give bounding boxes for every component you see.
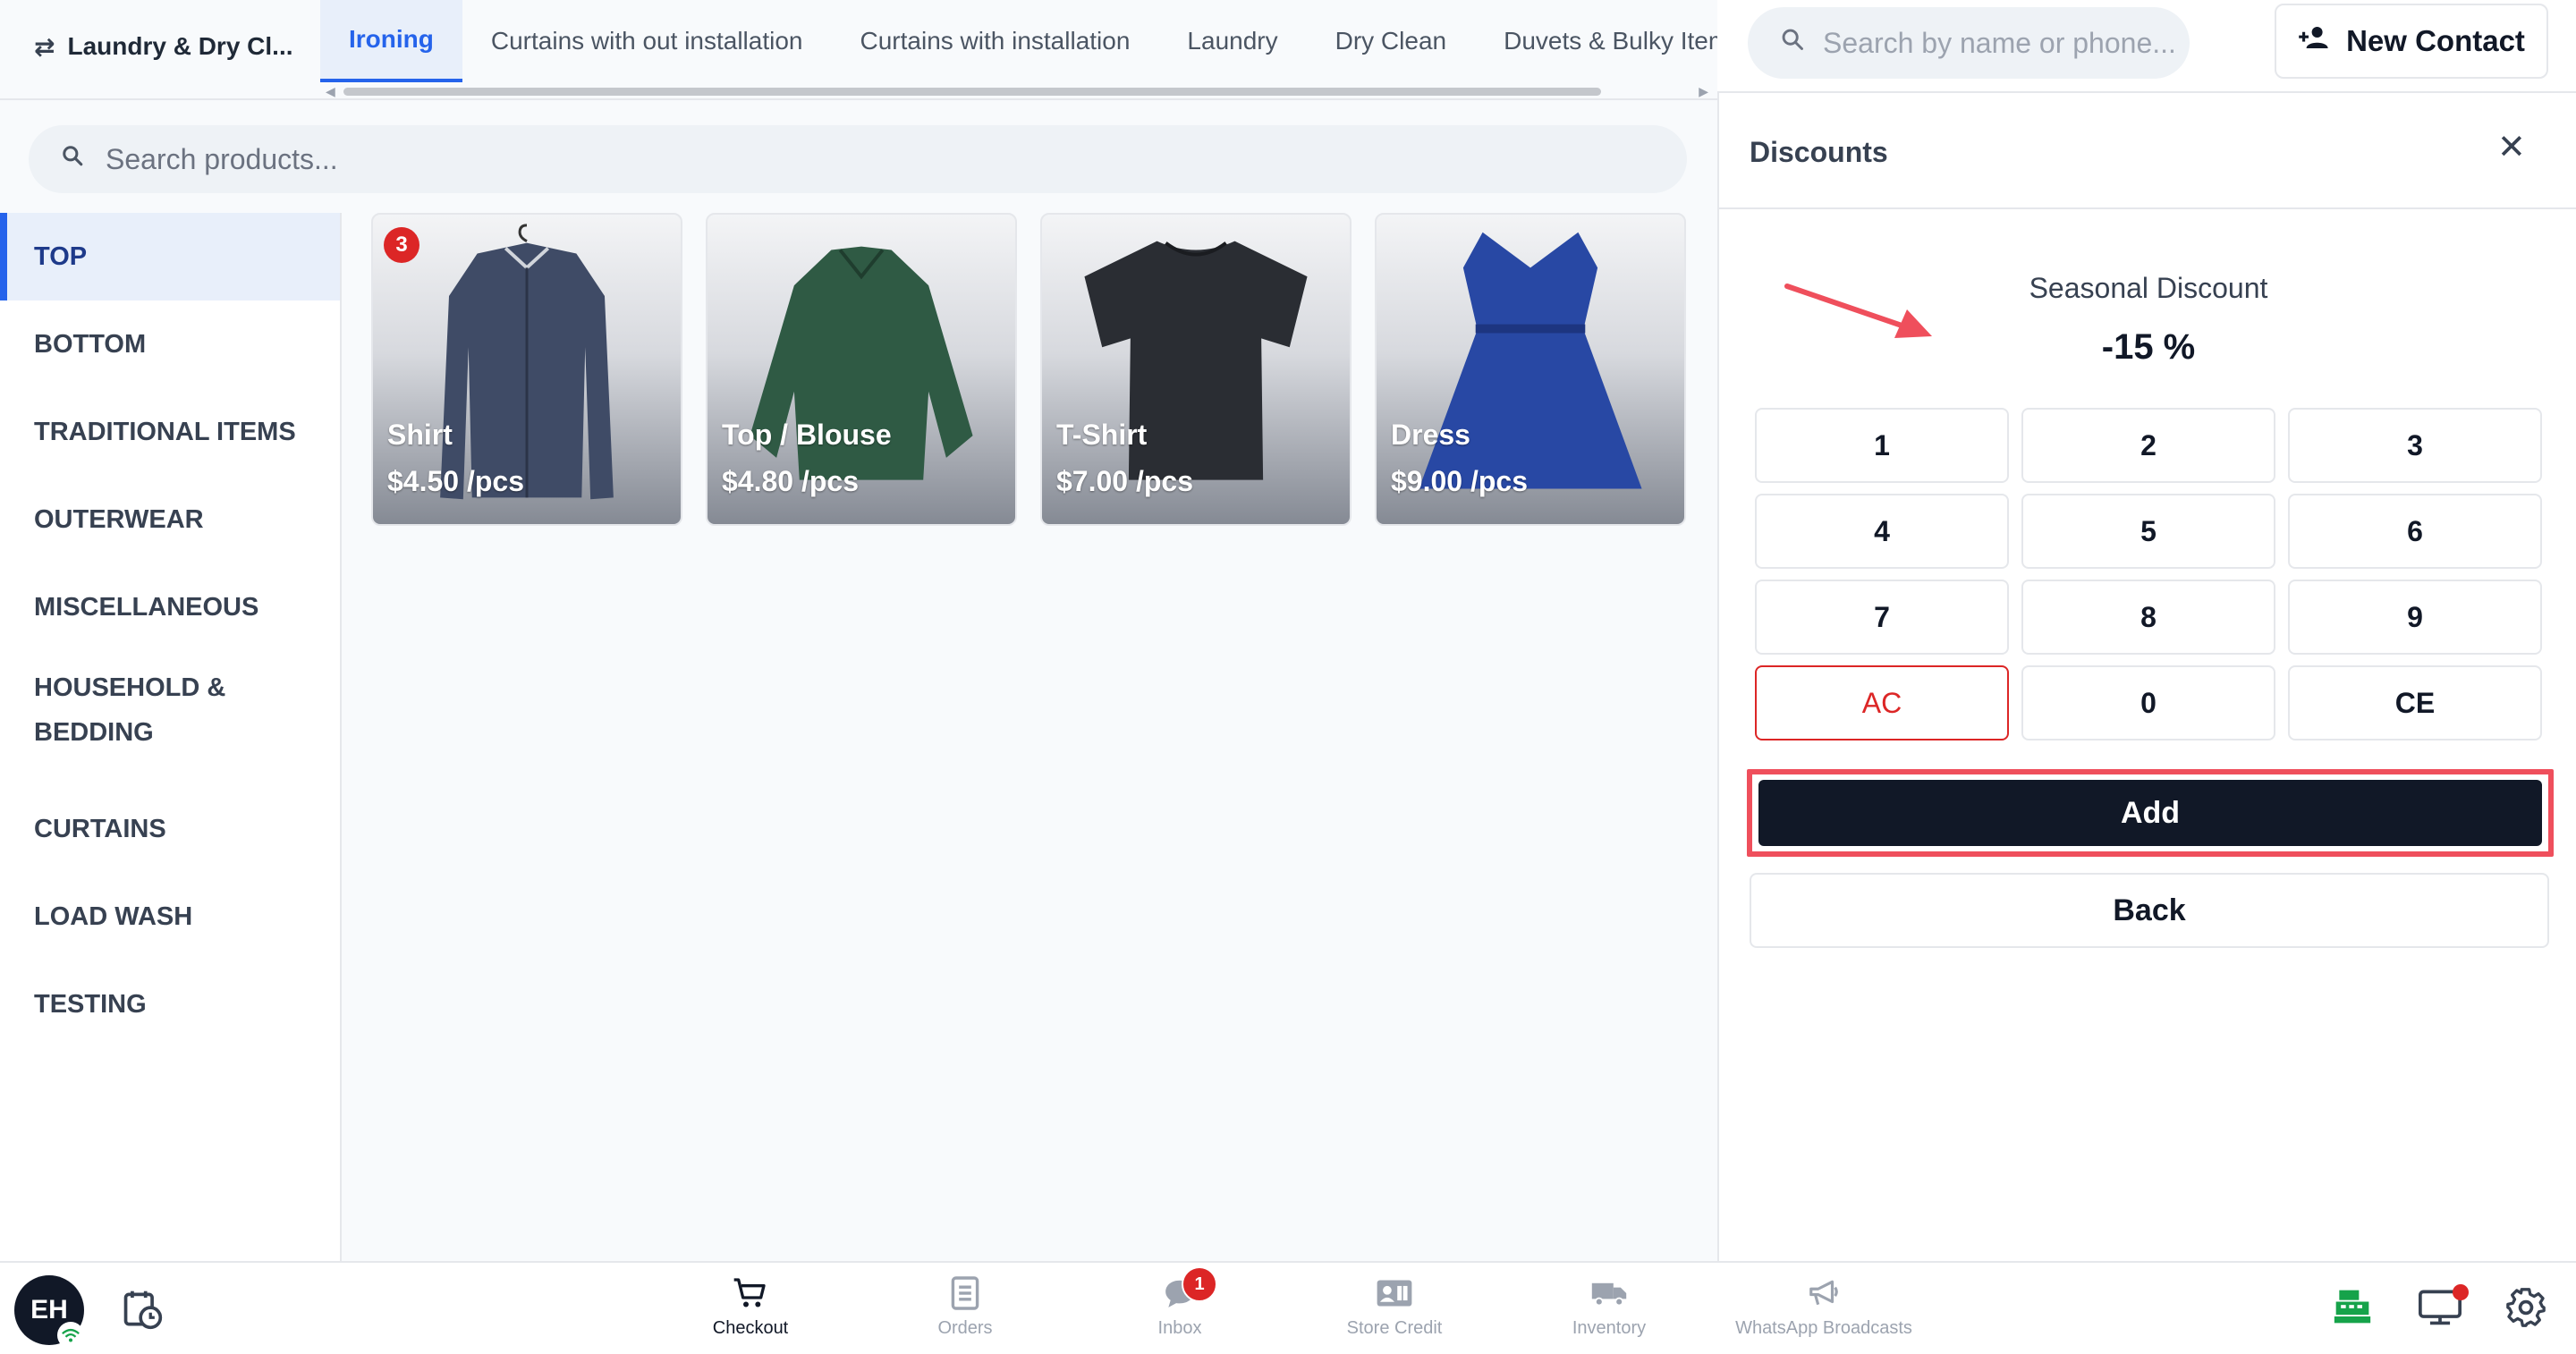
notification-dot: [2453, 1284, 2469, 1300]
nav-inventory-label: Inventory: [1572, 1318, 1647, 1338]
category-testing[interactable]: TESTING: [0, 960, 340, 1048]
orders-list-icon: [950, 1274, 980, 1313]
product-name: Shirt: [387, 419, 453, 451]
nav-store-credit[interactable]: Store Credit: [1296, 1274, 1493, 1339]
product-price: $4.50 /pcs: [387, 465, 524, 497]
category-bottom[interactable]: BOTTOM: [0, 300, 340, 388]
tab-duvets-bulky-items[interactable]: Duvets & Bulky Items: [1475, 0, 1717, 82]
megaphone-icon: [1807, 1274, 1841, 1313]
nav-store-credit-label: Store Credit: [1346, 1318, 1443, 1338]
bottom-navigation: EH Checkout Orders Inbox 1 Store Credit …: [0, 1261, 2576, 1354]
product-card-dress[interactable]: Dress $9.00 /pcs: [1375, 213, 1686, 526]
schedule-icon[interactable]: [122, 1288, 163, 1335]
keypad-0-button[interactable]: 0: [2021, 665, 2275, 740]
product-price: $7.00 /pcs: [1056, 465, 1193, 497]
category-sidebar: TOP BOTTOM TRADITIONAL ITEMS OUTERWEAR M…: [0, 213, 342, 1261]
search-icon: [61, 144, 84, 174]
product-price: $4.80 /pcs: [722, 465, 859, 497]
nav-inbox[interactable]: Inbox 1: [1081, 1266, 1278, 1339]
keypad-4-button[interactable]: 4: [1755, 494, 2009, 569]
nav-inventory[interactable]: Inventory: [1511, 1274, 1707, 1339]
keypad-5-button[interactable]: 5: [2021, 494, 2275, 569]
keypad-1-button[interactable]: 1: [1755, 408, 2009, 483]
scrollbar-thumb[interactable]: [343, 88, 1601, 96]
service-tabs: Ironing Curtains with out installation C…: [320, 0, 1717, 82]
category-household-bedding[interactable]: HOUSEHOLD & BEDDING: [0, 653, 268, 767]
store-switcher[interactable]: ⇄ Laundry & Dry Cl...: [34, 27, 293, 66]
discount-name: Seasonal Discount: [2029, 272, 2268, 304]
keypad-3-button[interactable]: 3: [2288, 408, 2542, 483]
discount-value: -15 %: [2101, 327, 2196, 367]
category-load-wash[interactable]: LOAD WASH: [0, 873, 340, 960]
keypad-clear-entry-button[interactable]: CE: [2288, 665, 2542, 740]
product-name: T-Shirt: [1056, 419, 1148, 451]
keypad-8-button[interactable]: 8: [2021, 580, 2275, 655]
category-miscellaneous[interactable]: MISCELLANEOUS: [0, 563, 340, 651]
discounts-header: Discounts ✕: [1719, 93, 2576, 209]
cash-register-icon[interactable]: [2333, 1288, 2372, 1330]
tab-dry-clean[interactable]: Dry Clean: [1307, 0, 1475, 82]
nav-orders-label: Orders: [937, 1318, 993, 1338]
category-curtains[interactable]: CURTAINS: [0, 785, 340, 873]
new-contact-button[interactable]: New Contact: [2275, 4, 2548, 79]
new-contact-label: New Contact: [2346, 24, 2525, 57]
nav-orders[interactable]: Orders: [867, 1274, 1063, 1339]
add-discount-button[interactable]: Add: [1758, 780, 2542, 846]
tab-curtains-with-installation[interactable]: Curtains with installation: [832, 0, 1159, 82]
category-traditional-items[interactable]: TRADITIONAL ITEMS: [0, 388, 340, 476]
nav-checkout[interactable]: Checkout: [652, 1274, 849, 1339]
cart-icon: [733, 1274, 768, 1313]
tab-ironing[interactable]: Ironing: [320, 0, 462, 82]
wifi-icon: [57, 1322, 84, 1349]
product-card-shirt[interactable]: 3 Shirt $4.50 /pcs: [371, 213, 682, 526]
keypad-2-button[interactable]: 2: [2021, 408, 2275, 483]
swap-arrows-icon: ⇄: [34, 32, 55, 61]
contact-header: New Contact: [1717, 0, 2576, 93]
truck-icon: [1590, 1274, 1628, 1313]
product-price: $9.00 /pcs: [1391, 465, 1528, 497]
add-person-icon: [2298, 24, 2330, 58]
inbox-count-badge: 1: [1182, 1266, 1217, 1302]
product-count-badge: 3: [384, 227, 419, 263]
product-name: Dress: [1391, 419, 1470, 451]
keypad-7-button[interactable]: 7: [1755, 580, 2009, 655]
contact-search[interactable]: [1748, 7, 2190, 79]
product-card-t-shirt[interactable]: T-Shirt $7.00 /pcs: [1040, 213, 1352, 526]
nav-whatsapp-broadcasts[interactable]: WhatsApp Broadcasts: [1725, 1274, 1922, 1339]
discounts-title: Discounts: [1750, 136, 1888, 168]
back-button[interactable]: Back: [1750, 873, 2549, 948]
tabs-scrollbar[interactable]: ◀ ▶: [326, 84, 1708, 99]
scroll-left-icon[interactable]: ◀: [326, 84, 335, 99]
product-search[interactable]: [29, 125, 1687, 193]
tab-laundry[interactable]: Laundry: [1158, 0, 1306, 82]
store-name: Laundry & Dry Cl...: [67, 32, 293, 60]
close-icon[interactable]: ✕: [2497, 127, 2526, 167]
product-card-top-blouse[interactable]: Top / Blouse $4.80 /pcs: [706, 213, 1017, 526]
gear-icon[interactable]: [2506, 1288, 2546, 1332]
discounts-panel: Discounts ✕ Seasonal Discount -15 % 1 2 …: [1717, 93, 2576, 1261]
category-top[interactable]: TOP: [0, 213, 340, 300]
contact-search-input[interactable]: [1823, 26, 2181, 60]
nav-whatsapp-broadcasts-label: WhatsApp Broadcasts: [1735, 1318, 1912, 1338]
keypad-6-button[interactable]: 6: [2288, 494, 2542, 569]
tab-curtains-without-installation[interactable]: Curtains with out installation: [462, 0, 832, 82]
product-search-input[interactable]: [106, 142, 1447, 176]
nav-checkout-label: Checkout: [712, 1318, 789, 1338]
store-credit-icon: [1376, 1274, 1413, 1313]
search-icon: [1780, 27, 1805, 59]
top-navigation: ⇄ Laundry & Dry Cl... Ironing Curtains w…: [0, 0, 1717, 100]
keypad-clear-all-button[interactable]: AC: [1755, 665, 2009, 740]
keypad-9-button[interactable]: 9: [2288, 580, 2542, 655]
category-outerwear[interactable]: OUTERWEAR: [0, 476, 340, 563]
nav-inbox-label: Inbox: [1157, 1318, 1202, 1338]
scroll-right-icon[interactable]: ▶: [1699, 84, 1708, 99]
product-name: Top / Blouse: [722, 419, 892, 451]
